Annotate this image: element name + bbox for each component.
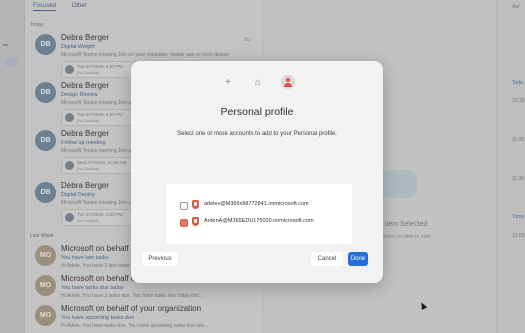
dialog-title: Personal profile — [220, 106, 294, 118]
account-email: adelev@M365x98772841.onmicrosoft.com — [204, 201, 309, 207]
home-icon[interactable]: ⌂ — [251, 75, 265, 89]
account-row[interactable]: ArdenA@M365EDU175020.onmicrosoft.com — [180, 217, 350, 227]
cancel-button[interactable]: Cancel — [311, 252, 343, 266]
personal-profile-icon[interactable] — [281, 75, 295, 89]
personal-profile-dialog: + ⌂ Personal profile Select one or more … — [131, 61, 383, 283]
previous-button[interactable]: Previous — [142, 252, 178, 266]
account-checkbox[interactable] — [180, 202, 188, 210]
done-button[interactable]: Done — [348, 252, 368, 266]
account-email: ArdenA@M365EDU175020.onmicrosoft.com — [204, 218, 314, 224]
add-icon[interactable]: + — [221, 75, 235, 89]
account-list: adelev@M365x98772841.onmicrosoft.com Ard… — [166, 184, 352, 244]
account-row[interactable]: adelev@M365x98772841.onmicrosoft.com — [180, 200, 350, 210]
office-shield-icon — [192, 200, 199, 209]
profile-type-selector: + ⌂ — [131, 75, 383, 89]
account-checkbox[interactable] — [180, 219, 188, 227]
office-shield-icon — [192, 217, 199, 226]
dialog-description: Select one or more accounts to add to yo… — [177, 131, 337, 137]
